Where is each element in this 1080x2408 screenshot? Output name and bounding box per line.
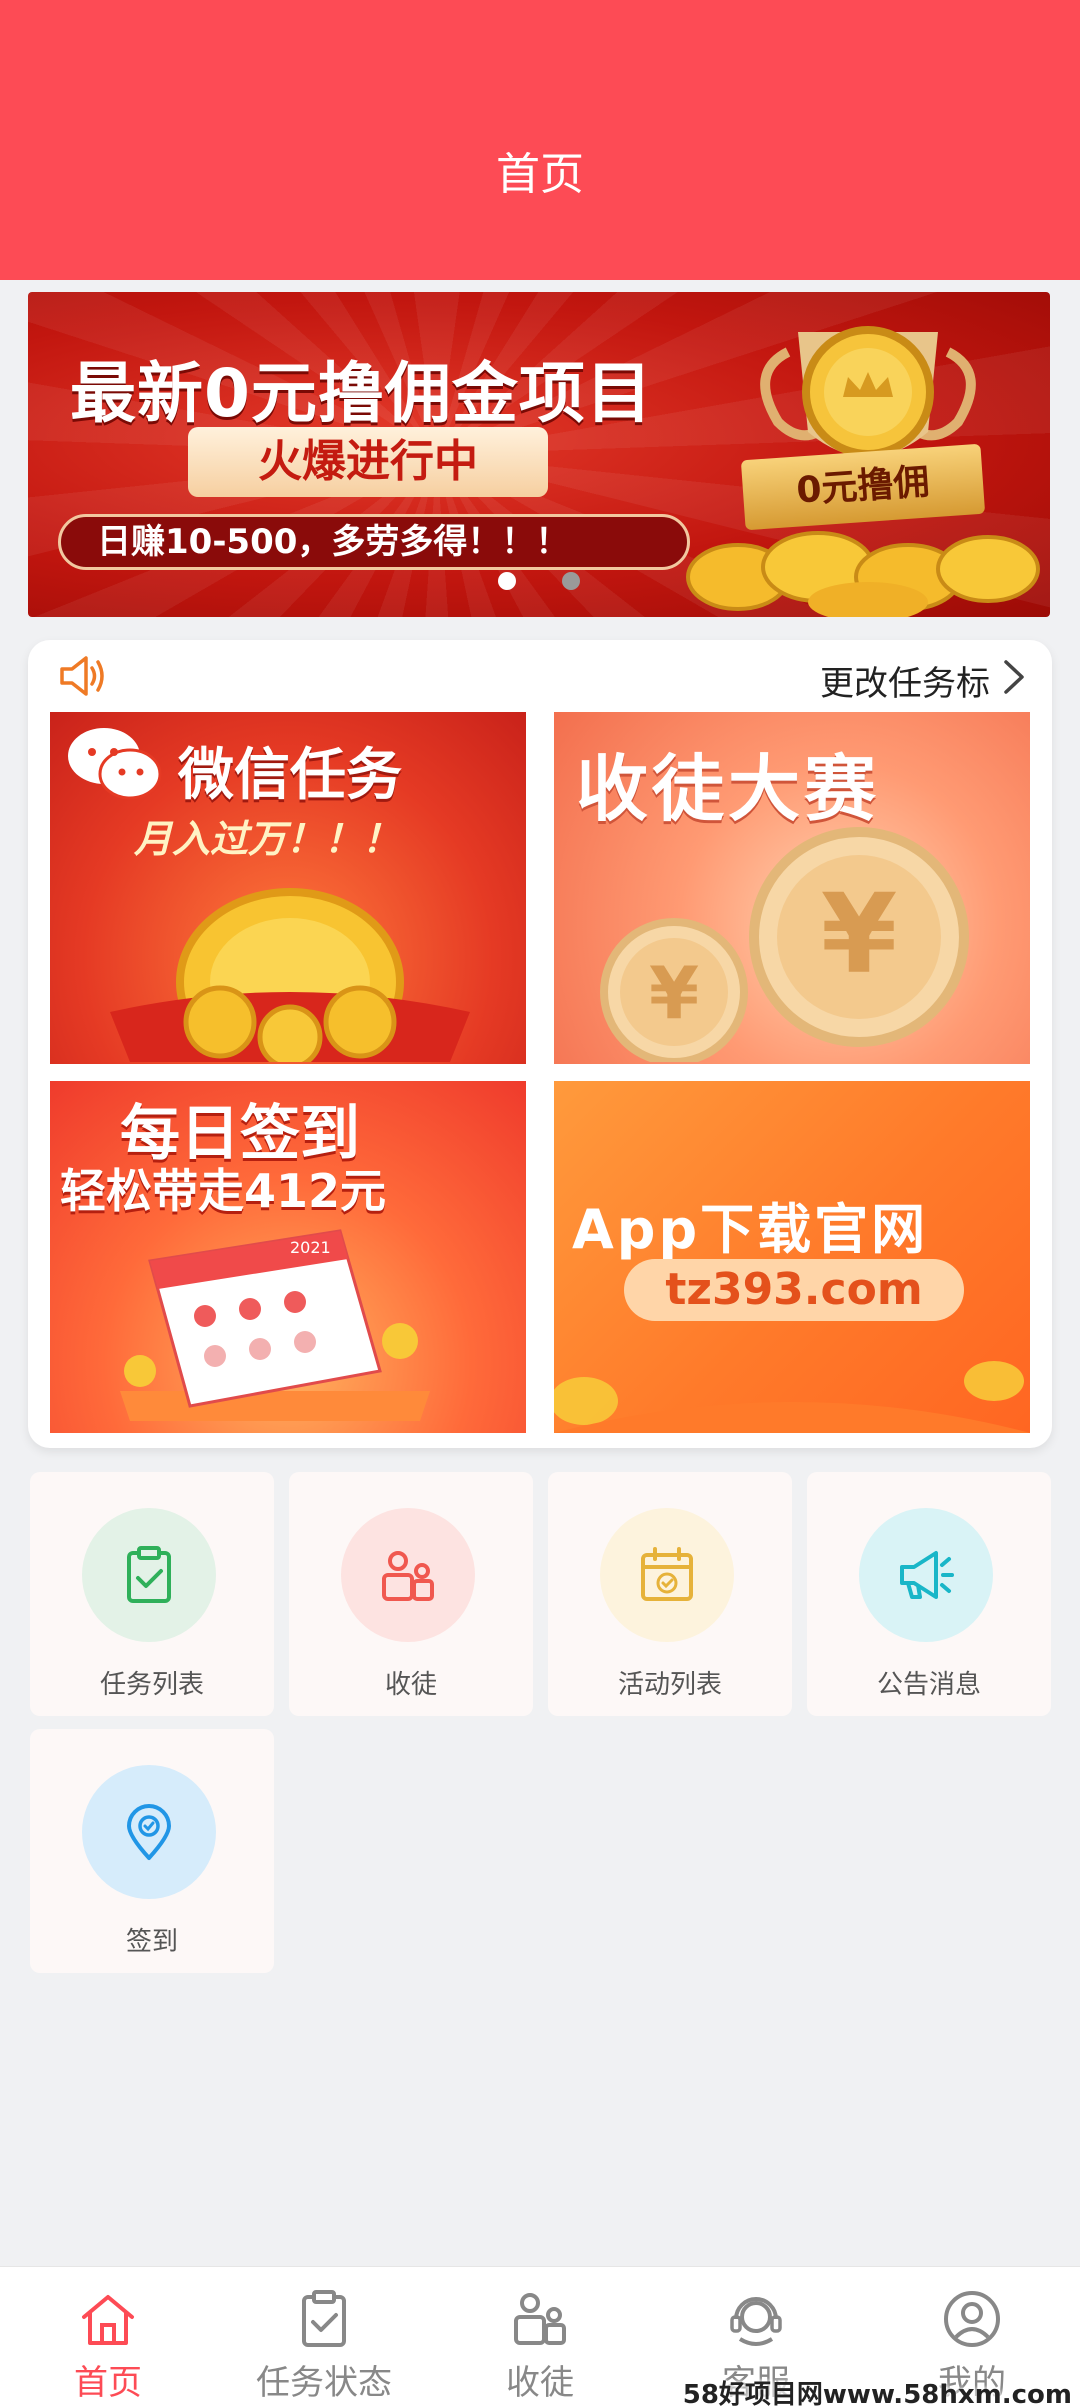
tile-daily-signin[interactable]: 每日签到 轻松带走412元 2021 — [50, 1081, 526, 1433]
tile-app-download[interactable]: App下载官网 tz393.com — [554, 1081, 1030, 1433]
recruit-icon-bg — [341, 1508, 475, 1642]
banner-subtitle: 火爆进行中 — [188, 427, 548, 497]
svg-text:¥: ¥ — [821, 870, 898, 998]
wechat-icon — [68, 728, 162, 800]
promo-banner[interactable]: 最新0元撸佣金项目 火爆进行中 日赚10-500，多劳多得！！！ 0元撸佣 — [28, 292, 1050, 617]
shortcut-label: 任务列表 — [99, 1670, 204, 1700]
tab-task-status[interactable]: 任务状态 — [216, 2267, 432, 2408]
tile-signin-subtitle: 轻松带走412元 — [60, 1164, 387, 1218]
signin-icon-bg — [82, 1765, 216, 1899]
megaphone-icon — [900, 1551, 954, 1599]
tab-recruit[interactable]: 收徒 — [432, 2267, 648, 2408]
shortcut-announcements[interactable]: 公告消息 — [807, 1472, 1051, 1716]
tab-label: 收徒 — [506, 2363, 574, 2403]
users-icon — [382, 1551, 434, 1601]
carousel-dots — [28, 572, 1050, 590]
tile-wechat-task[interactable]: 微信任务 月入过万！！！ — [50, 712, 526, 1064]
shortcut-label: 公告消息 — [876, 1670, 981, 1700]
carousel-dot-1[interactable] — [498, 572, 516, 590]
tile-wechat-subtitle: 月入过万！！！ — [134, 817, 401, 861]
headset-icon — [730, 2297, 782, 2346]
svg-text:¥: ¥ — [649, 951, 699, 1035]
tile-recruit-title: 收徒大赛 — [576, 747, 881, 831]
users-icon — [514, 2293, 566, 2345]
task-list-icon-bg — [82, 1508, 216, 1642]
tile-wechat-title: 微信任务 — [178, 743, 402, 808]
user-circle-icon — [944, 2291, 1000, 2347]
tile-app-url: tz393.com — [624, 1259, 964, 1321]
speaker-icon — [60, 656, 104, 696]
tile-app-title: App下载官网 — [572, 1198, 929, 1261]
shortcut-signin[interactable]: 签到 — [30, 1729, 274, 1973]
announcement-icon-bg — [859, 1508, 993, 1642]
calendar-year: 2021 — [290, 1238, 331, 1257]
coins-pile — [686, 531, 1040, 617]
carousel-dot-2[interactable] — [562, 572, 580, 590]
feature-card: 更改任务标 微信任务 月入过万！！！ 收徒大赛 ¥ ¥ 每日签到 轻松带走412… — [28, 640, 1052, 1448]
coin-pile-icon — [110, 888, 470, 1062]
watermark: 58好项目网www.58hxm.com — [682, 2380, 1072, 2408]
calendar-illustration: 2021 — [120, 1229, 430, 1421]
location-pin-icon — [127, 1804, 171, 1860]
app-header: 首页 — [0, 0, 1080, 280]
calendar-icon — [641, 1547, 693, 1601]
tab-label: 任务状态 — [256, 2363, 392, 2403]
shortcut-label: 收徒 — [384, 1670, 437, 1700]
tab-label: 首页 — [74, 2363, 142, 2403]
home-icon — [82, 2295, 134, 2345]
notice-text: 更改任务标 — [820, 664, 990, 704]
activity-icon-bg — [600, 1508, 734, 1642]
banner-title: 最新0元撸佣金项目 — [70, 355, 653, 432]
tab-home[interactable]: 首页 — [0, 2267, 216, 2408]
tile-recruit-contest[interactable]: 收徒大赛 ¥ ¥ — [554, 712, 1030, 1064]
yuan-coins-icon: ¥ ¥ — [600, 827, 969, 1062]
page-title: 首页 — [496, 149, 584, 200]
shortcut-label: 活动列表 — [617, 1670, 722, 1700]
shortcut-task-list[interactable]: 任务列表 — [30, 1472, 274, 1716]
shortcut-activity-list[interactable]: 活动列表 — [548, 1472, 792, 1716]
clipboard-check-icon — [127, 1546, 171, 1603]
notice-bar[interactable]: 更改任务标 — [28, 640, 1052, 710]
shortcut-label: 签到 — [125, 1927, 178, 1957]
chevron-right-icon — [1004, 660, 1024, 694]
banner-tagline: 日赚10-500，多劳多得！！！ — [58, 514, 690, 570]
shortcut-recruit[interactable]: 收徒 — [289, 1472, 533, 1716]
clipboard-check-icon — [302, 2290, 346, 2347]
coins-decoration — [554, 1361, 1030, 1433]
